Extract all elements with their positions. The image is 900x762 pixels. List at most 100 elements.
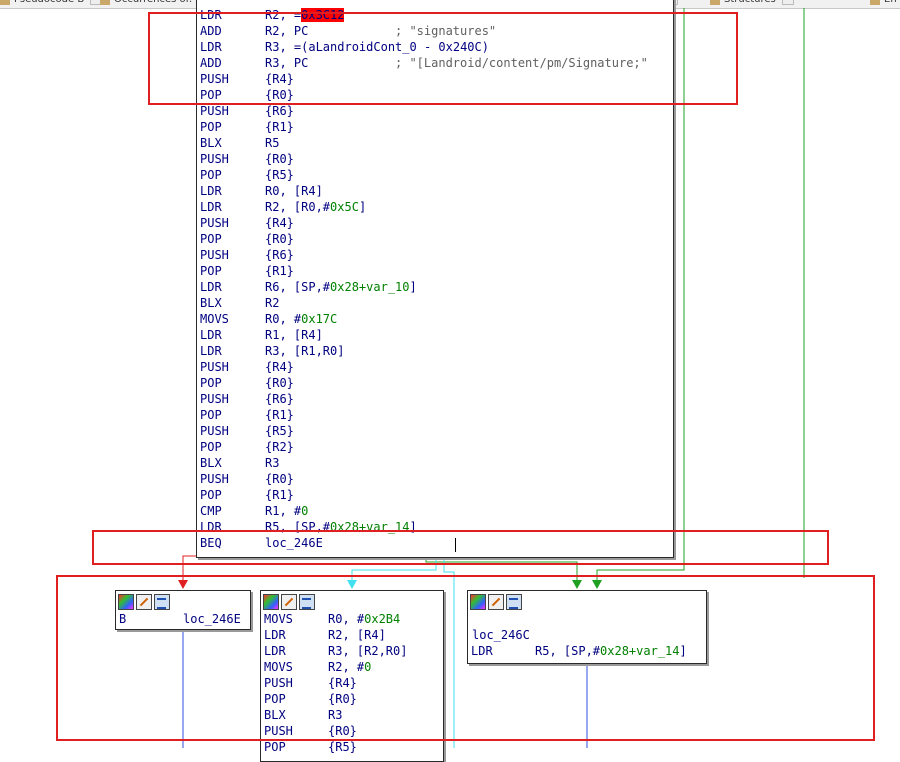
operands: R2	[265, 296, 280, 310]
mnemonic: BLX	[264, 708, 286, 722]
block-header	[116, 591, 250, 611]
operands: {R0}	[328, 724, 357, 738]
graph-icon[interactable]	[506, 594, 522, 610]
highlighted-operand[interactable]: 0x3C12	[301, 8, 345, 22]
operands: {R0}	[265, 376, 294, 390]
edit-icon[interactable]	[488, 594, 504, 610]
mnemonic: POP	[264, 740, 286, 754]
mnemonic: PUSH	[200, 216, 229, 230]
mnemonic: POP	[200, 488, 222, 502]
palette-icon[interactable]	[118, 594, 134, 610]
operands: R2, #0	[328, 660, 372, 674]
operands: R0, [R4]	[265, 184, 323, 198]
operands: R3	[328, 708, 343, 722]
mnemonic: CMP	[200, 504, 222, 518]
mnemonic: LDR	[200, 328, 222, 342]
mnemonic: LDR	[264, 628, 286, 642]
mnemonic: BLX	[200, 296, 222, 310]
block-header	[261, 591, 443, 611]
graph-icon[interactable]	[154, 594, 170, 610]
operands: R2, [R4]	[328, 628, 386, 642]
mnemonic: LDR	[200, 344, 222, 358]
mnemonic: POP	[200, 440, 222, 454]
label-line: loc_246C	[472, 627, 530, 643]
operands: R3, =(aLandroidCont_0 - 0x240C)	[265, 40, 489, 54]
operands: {R5}	[265, 168, 294, 182]
operands: {R5}	[265, 424, 294, 438]
operands: loc_246E	[183, 612, 241, 626]
mnemonic: POP	[200, 376, 222, 390]
operands: {R1}	[265, 408, 294, 422]
operands: {R4}	[328, 676, 357, 690]
mnemonic: PUSH	[200, 72, 229, 86]
mnemonic: LDR	[200, 184, 222, 198]
left-code-block[interactable]: Bloc_246E	[115, 590, 251, 630]
operands: {R0}	[265, 232, 294, 246]
edit-icon[interactable]	[281, 594, 297, 610]
operands: {R0}	[265, 472, 294, 486]
mnemonic: ADD	[200, 24, 222, 38]
mnemonic: POP	[200, 88, 222, 102]
operands: {R2}	[265, 440, 294, 454]
block-label[interactable]: loc_246C	[472, 627, 530, 643]
mnemonic: LDR	[200, 280, 222, 294]
mnemonic: MOVS	[264, 660, 293, 674]
operands: R3, [R2,R0]	[328, 644, 408, 658]
graph-icon[interactable]	[299, 594, 315, 610]
palette-icon[interactable]	[470, 594, 486, 610]
operands: R5	[265, 136, 280, 150]
mnemonic: PUSH	[200, 248, 229, 262]
mnemonic: POP	[200, 408, 222, 422]
operands: {R1}	[265, 120, 294, 134]
operands: R2, =0x3C12	[265, 8, 345, 22]
mnemonic: BLX	[200, 136, 222, 150]
operands: {R1}	[265, 264, 294, 278]
mnemonic: PUSH	[200, 424, 229, 438]
mnemonic: BEQ	[200, 536, 222, 550]
operands: {R1}	[265, 488, 294, 502]
block-header	[468, 591, 706, 611]
operands: {R4}	[265, 72, 294, 86]
operands: loc_246E	[265, 536, 323, 550]
mnemonic: PUSH	[200, 392, 229, 406]
arrow-cyan	[347, 580, 357, 589]
operands: R1, [R4]	[265, 328, 323, 342]
operands: {R4}	[265, 360, 294, 374]
mnemonic: PUSH	[200, 104, 229, 118]
middle-code-block[interactable]: MOVS R0, #0x2B4 LDR R2, [R4] LDR R3, [R2,R0] M…	[260, 590, 444, 762]
mnemonic: PUSH	[200, 472, 229, 486]
mnemonic: LDR	[200, 520, 222, 534]
comment: ; "signatures"	[395, 24, 497, 38]
operands: {R4}	[265, 216, 294, 230]
mnemonic: PUSH	[200, 152, 229, 166]
mnemonic: POP	[264, 692, 286, 706]
edge-cyan	[351, 556, 437, 580]
mnemonic: LDR	[471, 644, 493, 658]
text-cursor	[455, 538, 456, 552]
operands: {R6}	[265, 104, 294, 118]
mnemonic: LDR	[200, 8, 222, 22]
edge-green-false	[425, 556, 578, 580]
operands: R2, PC	[265, 24, 309, 38]
operands: R5, [SP,#0x28+var_14]	[265, 520, 417, 534]
mnemonic: POP	[200, 264, 222, 278]
mnemonic: POP	[200, 168, 222, 182]
mnemonic: POP	[200, 120, 222, 134]
mnemonic: LDR	[264, 644, 286, 658]
right-code-block[interactable]: loc_246C LDR R5, [SP,#0x28+var_14]	[467, 590, 707, 664]
operands: {R0}	[265, 88, 294, 102]
main-code-block[interactable]: LDR R2, =0x3C12 ADD R2, PC ; "signatures" LDR…	[196, 0, 674, 558]
mnemonic: B	[119, 612, 127, 626]
palette-icon[interactable]	[263, 594, 279, 610]
mnemonic: PUSH	[264, 724, 293, 738]
mnemonic: PUSH	[200, 360, 229, 374]
mnemonic: MOVS	[264, 612, 293, 626]
operands: R0, #0x17C	[265, 312, 338, 326]
edge-red	[182, 555, 196, 580]
edit-icon[interactable]	[136, 594, 152, 610]
operands: R5, [SP,#0x28+var_14]	[535, 644, 687, 658]
operands: {R6}	[265, 392, 294, 406]
operands: R3, [R1,R0]	[265, 344, 345, 358]
operands: R0, #0x2B4	[328, 612, 401, 626]
operands: R1, #0	[265, 504, 309, 518]
